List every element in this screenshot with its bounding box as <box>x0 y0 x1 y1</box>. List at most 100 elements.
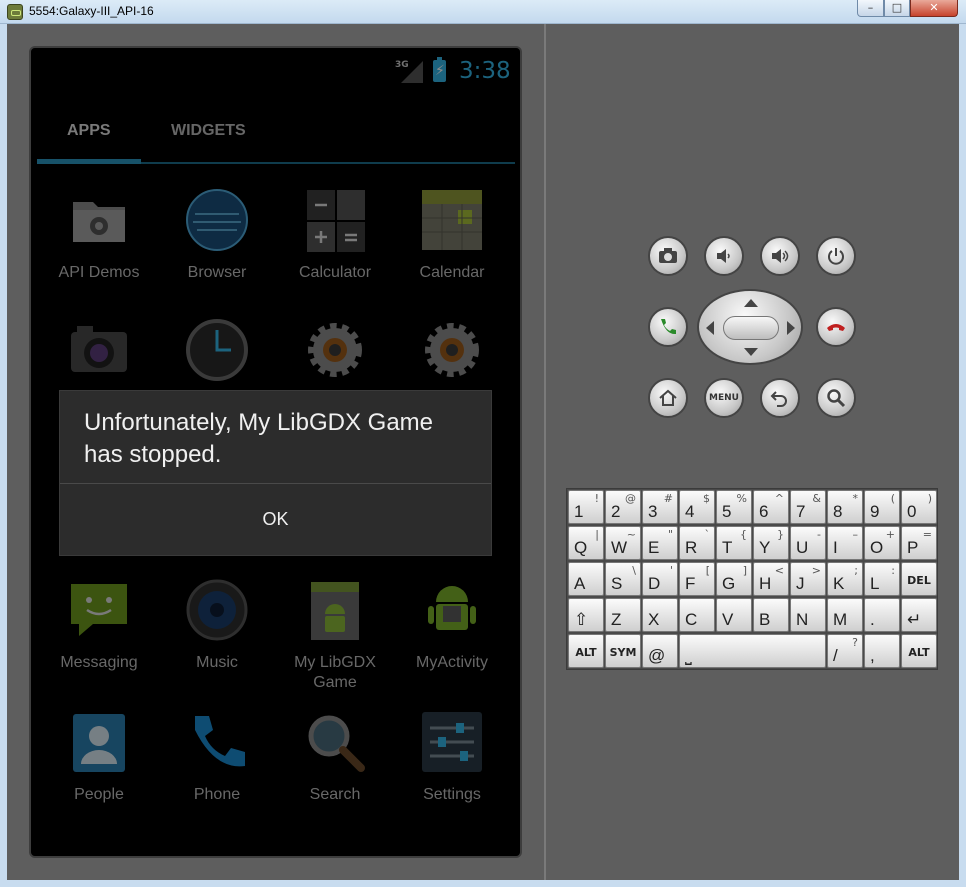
dpad-left-arrow-icon[interactable] <box>706 321 714 335</box>
dpad[interactable] <box>697 289 803 365</box>
key-label: S <box>611 574 623 593</box>
window-frame-left <box>0 24 7 887</box>
dpad-center-button[interactable] <box>723 316 779 340</box>
power-button[interactable] <box>816 236 856 276</box>
key-sym[interactable]: ⇧ <box>568 598 604 632</box>
camera-button[interactable] <box>648 236 688 276</box>
key-label: 3 <box>648 502 658 521</box>
key-x[interactable]: X <box>642 598 678 632</box>
key-space[interactable]: ⎵ <box>679 634 826 668</box>
key-comma[interactable]: , <box>864 634 900 668</box>
volume-down-icon <box>717 249 730 263</box>
key-label: ⇧ <box>574 610 589 629</box>
close-button[interactable]: ✕ <box>910 0 958 17</box>
key-l[interactable]: L: <box>864 562 900 596</box>
key-r[interactable]: R ` <box>679 526 715 560</box>
key-alt-label: % <box>736 492 747 505</box>
key-label: X <box>648 610 660 629</box>
key-label: F <box>685 574 696 593</box>
key-t[interactable]: T{ <box>716 526 752 560</box>
key-w[interactable]: W ~ <box>605 526 641 560</box>
key-label: 5 <box>722 502 732 521</box>
key-0[interactable]: 0) <box>901 490 937 524</box>
key-y[interactable]: Y} <box>753 526 789 560</box>
key-label: W <box>611 538 628 557</box>
key-label: 2 <box>611 502 621 521</box>
key-i[interactable]: I – <box>827 526 863 560</box>
key-e[interactable]: E " <box>642 526 678 560</box>
key-3[interactable]: 3 # <box>642 490 678 524</box>
dpad-up-arrow-icon[interactable] <box>744 299 758 307</box>
key-o[interactable]: O + <box>864 526 900 560</box>
key-label: Y <box>759 538 771 557</box>
maximize-button[interactable]: □ <box>884 0 910 17</box>
key-label: T <box>722 538 733 557</box>
ok-button[interactable]: OK <box>60 484 491 555</box>
minimize-button[interactable]: – <box>857 0 884 17</box>
key-label: D <box>648 574 661 593</box>
key-h[interactable]: H < <box>753 562 789 596</box>
key-label: G <box>722 574 736 593</box>
key-5[interactable]: 5% <box>716 490 752 524</box>
key-s[interactable]: S \ <box>605 562 641 596</box>
key-8[interactable]: 8 * <box>827 490 863 524</box>
end-call-icon <box>827 324 845 331</box>
key-q[interactable]: Q | <box>568 526 604 560</box>
key-at[interactable]: @ <box>642 634 678 668</box>
key-label: 6 <box>759 502 769 521</box>
panel-divider <box>544 24 546 880</box>
key-u[interactable]: U- <box>790 526 826 560</box>
key-g[interactable]: G] <box>716 562 752 596</box>
key-v[interactable]: V <box>716 598 752 632</box>
key-p[interactable]: P = <box>901 526 937 560</box>
key-alt-label: } <box>777 528 784 541</box>
volume-up-button[interactable] <box>760 236 800 276</box>
key-9[interactable]: 9( <box>864 490 900 524</box>
key-2[interactable]: 2 @ <box>605 490 641 524</box>
key-b[interactable]: B <box>753 598 789 632</box>
key-z[interactable]: Z <box>605 598 641 632</box>
key-alt-label: \ <box>632 564 636 577</box>
key-k[interactable]: K; <box>827 562 863 596</box>
key-a[interactable]: A <box>568 562 604 596</box>
key-label: I <box>833 538 838 557</box>
key-alt-label: - <box>817 528 821 541</box>
key-label: 9 <box>870 502 880 521</box>
key-4[interactable]: 4 $ <box>679 490 715 524</box>
key-7[interactable]: 7 & <box>790 490 826 524</box>
key-1[interactable]: 1! <box>568 490 604 524</box>
key-alt-left[interactable]: ALT <box>568 634 604 668</box>
back-button[interactable] <box>760 378 800 418</box>
key-j[interactable]: J > <box>790 562 826 596</box>
key-sym[interactable]: ↵ <box>901 598 937 632</box>
window-title-bar: 5554:Galaxy-III_API-16 – □ ✕ <box>0 0 966 24</box>
back-arrow-icon <box>770 391 787 407</box>
key-label: . <box>870 610 875 629</box>
key-f[interactable]: F[ <box>679 562 715 596</box>
key-del[interactable]: DEL <box>901 562 937 596</box>
dpad-down-arrow-icon[interactable] <box>744 348 758 356</box>
call-button[interactable] <box>648 307 688 347</box>
key-c[interactable]: C <box>679 598 715 632</box>
end-call-button[interactable] <box>816 307 856 347</box>
key-d[interactable]: D ' <box>642 562 678 596</box>
key-m[interactable]: M <box>827 598 863 632</box>
key-sym[interactable]: SYM <box>605 634 641 668</box>
menu-button[interactable]: MENU <box>704 378 744 418</box>
key-6[interactable]: 6 ^ <box>753 490 789 524</box>
key-alt-label: $ <box>703 492 710 505</box>
volume-down-button[interactable] <box>704 236 744 276</box>
crash-dialog: Unfortunately, My LibGDX Game has stoppe… <box>59 390 492 556</box>
dpad-right-arrow-icon[interactable] <box>787 321 795 335</box>
key-alt-label: ` <box>704 528 711 541</box>
search-button[interactable] <box>816 378 856 418</box>
key-slash[interactable]: /? <box>827 634 863 668</box>
key-alt-right[interactable]: ALT <box>901 634 937 668</box>
key-alt-label: [ <box>705 564 710 577</box>
key-sym[interactable]: . <box>864 598 900 632</box>
phone-screen[interactable]: 3G ⚡ 3:38 APPS WIDGETS API Demos Browser… <box>29 46 522 858</box>
key-label: SYM <box>609 646 637 659</box>
key-label: 7 <box>796 502 806 521</box>
home-button[interactable] <box>648 378 688 418</box>
key-n[interactable]: N <box>790 598 826 632</box>
